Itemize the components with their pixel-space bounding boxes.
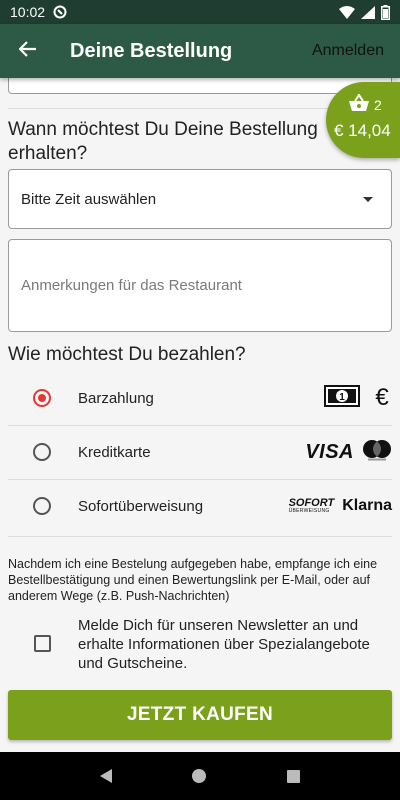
login-button[interactable]: Anmelden bbox=[312, 42, 384, 60]
euro-icon: € bbox=[375, 384, 389, 411]
delivery-question: Wann möchtest Du Deine Bestellung erhalt… bbox=[8, 119, 318, 164]
back-button[interactable] bbox=[0, 24, 56, 78]
newsletter-checkbox[interactable] bbox=[34, 635, 51, 652]
mastercard-icon bbox=[362, 439, 392, 466]
sofort-logo: SOFORT ÜBERWEISUNG bbox=[289, 498, 335, 514]
app-bar: Deine Bestellung Anmelden bbox=[0, 24, 400, 78]
payment-question: Wie möchtest Du bezahlen? bbox=[8, 344, 246, 365]
cart-count: 2 bbox=[374, 97, 382, 113]
banknote-icon: 1 bbox=[324, 384, 360, 412]
time-select[interactable]: Bitte Zeit auswählen bbox=[8, 169, 392, 229]
sofort-logo-subtext: ÜBERWEISUNG bbox=[288, 508, 330, 514]
cart-total: € 14,04 bbox=[334, 121, 391, 140]
newsletter-option[interactable]: Melde Dich für unseren Newsletter an und… bbox=[0, 616, 400, 672]
payment-option-sofort[interactable]: Sofortüberweisung SOFORT ÜBERWEISUNG Kla… bbox=[0, 479, 400, 533]
nav-back-icon[interactable] bbox=[100, 769, 113, 783]
newsletter-label: Melde Dich für unseren Newsletter an und… bbox=[78, 617, 370, 672]
payment-label-credit-card: Kreditkarte bbox=[78, 443, 151, 461]
radio-credit-card[interactable] bbox=[33, 443, 51, 461]
previous-input-field[interactable] bbox=[8, 78, 392, 94]
radio-sofort[interactable] bbox=[33, 497, 51, 515]
nav-recents-icon[interactable] bbox=[286, 769, 300, 783]
payment-option-credit-card[interactable]: Kreditkarte VISA bbox=[0, 425, 400, 479]
page-title: Deine Bestellung bbox=[70, 39, 233, 62]
klarna-logo: Klarna bbox=[342, 497, 392, 514]
nav-home-icon[interactable] bbox=[192, 769, 207, 783]
payment-option-cash[interactable]: Barzahlung 1 € bbox=[0, 371, 400, 425]
app-notification-icon bbox=[53, 5, 67, 19]
restaurant-notes-input[interactable]: Anmerkungen für das Restaurant bbox=[8, 239, 392, 332]
terms-text: Nachdem ich eine Bestelung aufgegeben ha… bbox=[8, 557, 378, 603]
divider bbox=[8, 536, 392, 537]
buy-now-button[interactable]: JETZT KAUFEN bbox=[8, 690, 392, 740]
system-nav-bar bbox=[0, 752, 400, 800]
status-bar: 10:02 bbox=[0, 0, 400, 24]
visa-logo: VISA bbox=[305, 440, 354, 463]
signal-icon bbox=[361, 5, 375, 19]
payment-label-cash: Barzahlung bbox=[78, 389, 154, 407]
basket-icon bbox=[348, 93, 370, 117]
arrow-left-icon bbox=[18, 40, 37, 62]
dropdown-arrow-icon bbox=[363, 197, 373, 202]
wifi-icon bbox=[339, 5, 355, 19]
time-select-value: Bitte Zeit auswählen bbox=[21, 190, 157, 208]
payment-label-sofort: Sofortüberweisung bbox=[78, 497, 204, 515]
status-time: 10:02 bbox=[10, 4, 46, 20]
restaurant-notes-placeholder: Anmerkungen für das Restaurant bbox=[21, 277, 242, 294]
svg-text:1: 1 bbox=[339, 392, 345, 403]
order-form: Wann möchtest Du Deine Bestellung erhalt… bbox=[0, 78, 400, 752]
cart-badge[interactable]: 2 € 14,04 bbox=[326, 82, 400, 158]
radio-cash[interactable] bbox=[33, 389, 51, 407]
battery-icon bbox=[381, 4, 390, 20]
